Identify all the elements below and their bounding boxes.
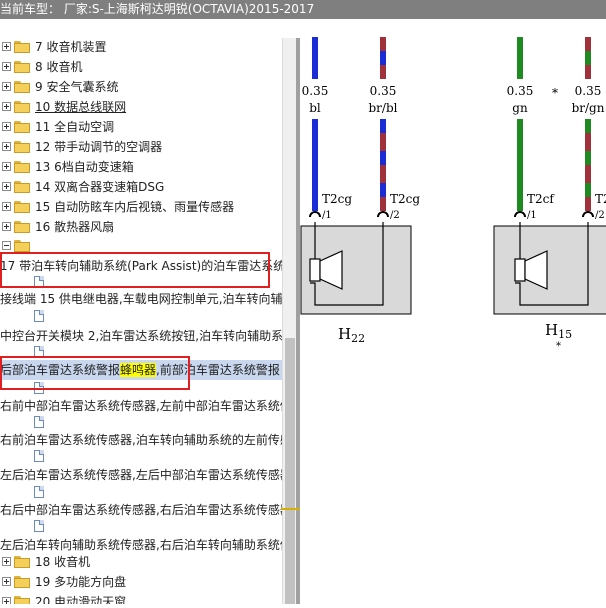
folder-icon	[14, 61, 30, 73]
document-icon	[34, 310, 44, 322]
splitter-marker	[281, 508, 301, 510]
wire-color-3: gn	[512, 101, 528, 115]
tree-item-label[interactable]: 右前中部泊车雷达系统传感器,左前中部泊车雷达系统传感器	[0, 396, 282, 416]
tree-item-label[interactable]: 14 双离合器变速箱DSG	[35, 177, 164, 197]
star-mark: *	[552, 86, 558, 100]
wire-br-bl	[380, 37, 386, 211]
connector-pin-icon	[514, 211, 526, 218]
pin-number-2: /2	[390, 210, 400, 221]
folder-icon	[14, 201, 30, 213]
wire-br-gn	[585, 37, 591, 211]
pin-connector-4: T2	[595, 192, 606, 206]
pin-number-3: /1	[527, 210, 537, 221]
pin-number-1: /1	[322, 210, 332, 221]
tree-item-label[interactable]: 11 全自动空调	[35, 117, 114, 137]
expand-icon[interactable]	[2, 557, 11, 566]
component-h15-mark: *	[556, 341, 561, 352]
tree-item-label[interactable]: 9 安全气囊系统	[35, 77, 118, 97]
document-icon	[34, 486, 44, 498]
folder-icon	[14, 121, 30, 133]
wire-color-4: br/gn	[572, 101, 605, 115]
pin-connector-3: T2cf	[527, 192, 555, 206]
pin-connector-2: T2cg	[390, 192, 420, 206]
document-icon	[34, 416, 44, 428]
tree-item-label[interactable]: 20 电动滑动天窗	[35, 592, 126, 604]
wiring-diagram-svg: 0.35 bl 0.35 br/bl 0.35 gn * 0.35 br/gn …	[300, 37, 606, 352]
tree-item-label[interactable]: 右前泊车雷达系统传感器,泊车转向辅助系统的左前传感器	[0, 430, 282, 450]
folder-icon	[14, 221, 30, 233]
tree-item-label[interactable]: 右后中部泊车雷达系统传感器,右后泊车雷达系统传感器	[0, 500, 282, 520]
tree-item-label[interactable]: 中控台开关模块 2,泊车雷达系统按钮,泊车转向辅助系统	[0, 326, 282, 346]
tree-item-label[interactable]: 12 带手动调节的空调器	[35, 137, 162, 157]
annotation-box	[0, 356, 190, 390]
annotation-box	[0, 252, 270, 288]
expand-icon[interactable]	[2, 182, 11, 191]
wire-gauge-2: 0.35	[370, 84, 397, 98]
collapse-icon[interactable]	[2, 241, 11, 250]
tree-item-label[interactable]: 10 数据总线联网	[35, 97, 126, 117]
window-title-bar: 当前车型： 厂家:S-上海斯柯达明锐(OCTAVIA)2015-2017	[0, 0, 606, 19]
folder-icon	[14, 141, 30, 153]
expand-icon[interactable]	[2, 102, 11, 111]
component-h22-label: H22	[338, 325, 365, 345]
current-model-title: 当前车型： 厂家:S-上海斯柯达明锐(OCTAVIA)2015-2017	[0, 2, 315, 16]
chapter-tree[interactable]: 7 收音机装置 8 收音机 9 安全气囊系统 10 数据总线联网 11 全自动空…	[0, 38, 282, 604]
folder-icon	[14, 41, 30, 53]
folder-icon	[14, 596, 30, 604]
wire-gauge-3: 0.35	[507, 84, 534, 98]
folder-icon	[14, 576, 30, 588]
tree-item-label[interactable]: 16 散热器风扇	[35, 217, 114, 237]
expand-icon[interactable]	[2, 42, 11, 51]
tree-item-label[interactable]: 19 多功能方向盘	[35, 572, 126, 592]
expand-icon[interactable]	[2, 142, 11, 151]
folder-icon	[14, 161, 30, 173]
wiring-diagram: 0.35 bl 0.35 br/bl 0.35 gn * 0.35 br/gn …	[300, 19, 606, 604]
connector-pin-icon	[377, 211, 389, 218]
expand-icon[interactable]	[2, 597, 11, 604]
expand-icon[interactable]	[2, 122, 11, 131]
folder-open-icon	[14, 240, 30, 252]
document-icon	[34, 520, 44, 532]
scrollbar-thumb[interactable]	[285, 338, 295, 604]
folder-icon	[14, 81, 30, 93]
pin-number-4: /2	[595, 210, 605, 221]
folder-icon	[14, 556, 30, 568]
tree-item-label[interactable]: 15 自动防眩车内后视镜、雨量传感器	[35, 197, 234, 217]
expand-icon[interactable]	[2, 222, 11, 231]
tree-item-label[interactable]: 13 6档自动变速箱	[35, 157, 134, 177]
wire-color-1: bl	[309, 101, 321, 115]
document-icon	[34, 450, 44, 462]
wire-gn	[517, 37, 523, 211]
wire-gauge-4: 0.35	[575, 84, 602, 98]
wire-color-2: br/bl	[369, 101, 398, 115]
tree-scrollbar[interactable]	[282, 38, 297, 604]
expand-icon[interactable]	[2, 202, 11, 211]
tree-item-label[interactable]: 7 收音机装置	[35, 38, 106, 57]
tree-item-label[interactable]: 接线端 15 供电继电器,车载电网控制单元,泊车转向辅助系统	[0, 289, 282, 309]
expand-icon[interactable]	[2, 62, 11, 71]
folder-icon	[14, 101, 30, 113]
wire-bl	[312, 37, 318, 211]
folder-icon	[14, 181, 30, 193]
expand-icon[interactable]	[2, 577, 11, 586]
connector-pin-icon	[582, 211, 594, 218]
tree-item-label[interactable]: 18 收音机	[35, 552, 90, 572]
expand-icon[interactable]	[2, 82, 11, 91]
expand-icon[interactable]	[2, 162, 11, 171]
tree-item-label[interactable]: 8 收音机	[35, 57, 82, 77]
connector-pin-icon	[309, 211, 321, 218]
pin-connector-1: T2cg	[322, 192, 352, 206]
tree-item-label[interactable]: 左后泊车雷达系统传感器,左后中部泊车雷达系统传感器	[0, 465, 282, 485]
component-h15-label: H15	[545, 321, 572, 341]
wire-gauge-1: 0.35	[302, 84, 329, 98]
component-h15-box	[493, 225, 606, 315]
